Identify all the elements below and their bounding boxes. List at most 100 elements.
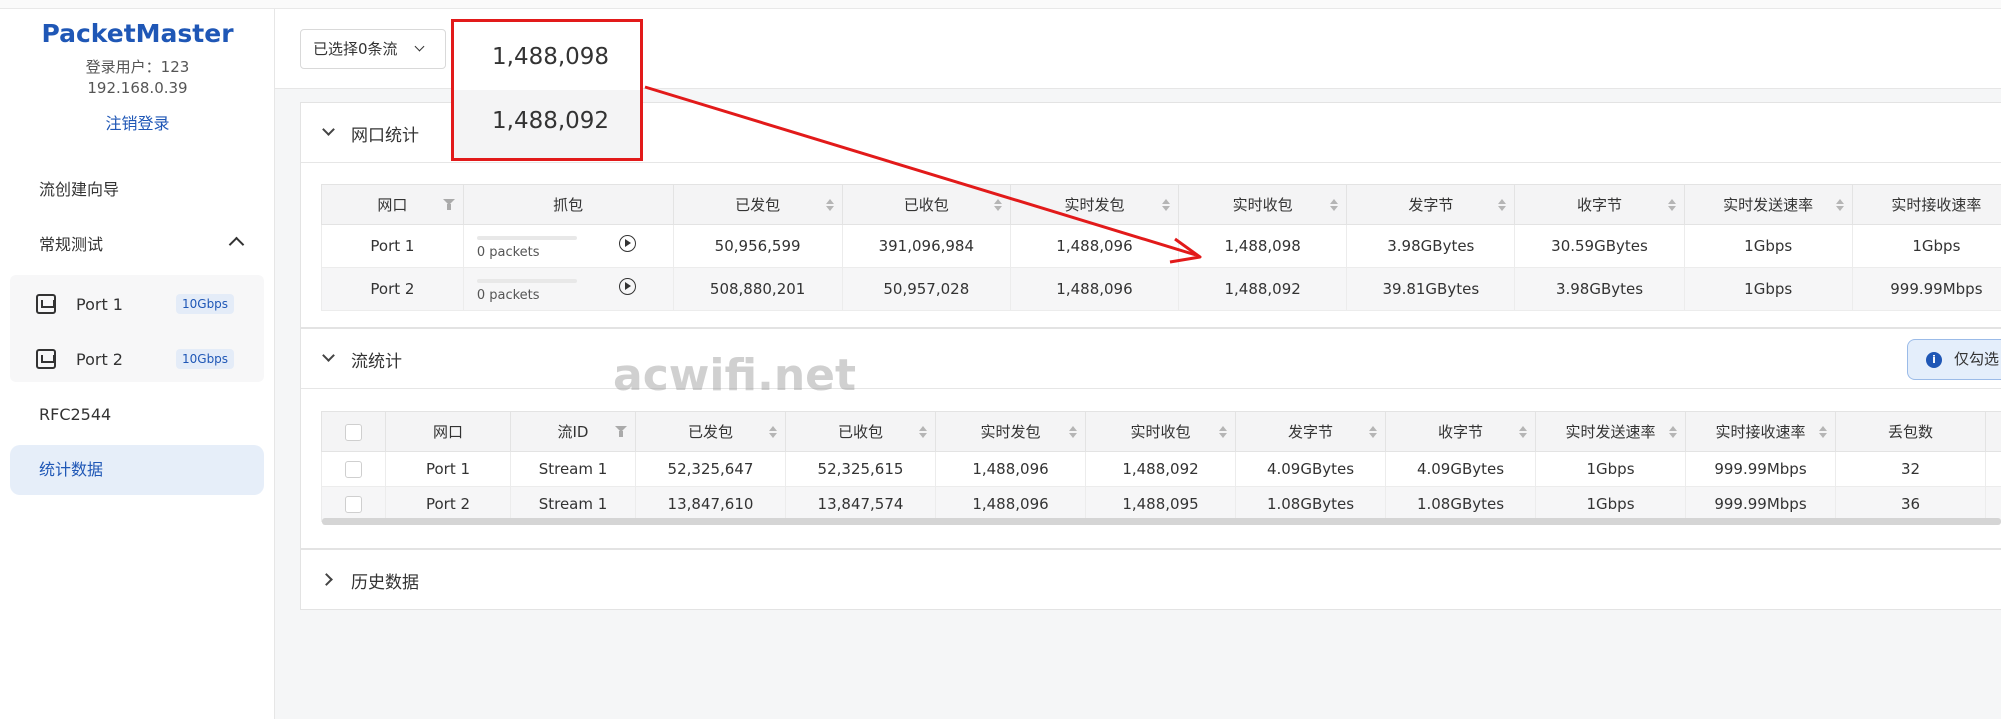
col-header-stream-id[interactable]: 流ID [510, 411, 636, 452]
cell-port: Port 2 [321, 267, 464, 311]
history-header[interactable]: 历史数据 [301, 550, 2001, 610]
logout-link[interactable]: 注销登录 [0, 110, 275, 134]
filter-icon[interactable] [442, 199, 455, 210]
row-checkbox[interactable] [345, 496, 362, 513]
info-icon: i [1926, 352, 1942, 368]
callout-value-bottom: 1,488,092 [492, 108, 610, 134]
cell-rt-tx: 1,488,096 [935, 486, 1086, 522]
sort-icon[interactable] [993, 199, 1002, 211]
flow-stats-header[interactable]: 流统计 [301, 329, 2001, 389]
sort-icon[interactable] [1069, 426, 1077, 438]
cell-rt-tx: 1,488,096 [935, 451, 1086, 487]
cell-port: Port 2 [385, 486, 511, 522]
col-header-rt-rx[interactable]: 实时收包 [1178, 184, 1348, 225]
cell-rt-rx: 1,488,092 [1085, 451, 1236, 487]
nav-port-2[interactable]: Port 2 10Gbps [36, 334, 264, 384]
nav-regular-test-label: 常规测试 [39, 235, 104, 254]
capture-progress-bar [476, 279, 577, 283]
cell-rx-bytes: 30.59GBytes [1514, 224, 1685, 268]
sidebar: PacketMaster 登录用户：123 192.168.0.39 注销登录 … [0, 9, 275, 719]
col-header-tx-bytes[interactable]: 发字节 [1346, 184, 1516, 225]
col-header-rx-bytes[interactable]: 收字节 [1514, 184, 1685, 225]
col-header-tx[interactable]: 已发包 [672, 184, 843, 225]
col-header-select[interactable] [321, 411, 386, 452]
sort-icon[interactable] [1162, 199, 1171, 211]
col-header-rt-tx[interactable]: 实时发包 [935, 411, 1086, 452]
col-header-capture: 抓包 [462, 184, 674, 225]
port-stats-table: 网口 抓包 已发包 已收包 实时发包 实时收包 发字节 收字节 实时发送速率 实… [321, 184, 2001, 311]
chevron-down-icon [322, 123, 335, 136]
app-brand: PacketMaster [41, 19, 234, 48]
col-header-tx-rate[interactable]: 实时发送速率 [1535, 411, 1686, 452]
port-stats-title: 网口统计 [351, 126, 419, 146]
sort-icon[interactable] [1330, 199, 1339, 211]
selected-only-label: 仅勾选 [1954, 350, 2000, 368]
nav-port-1[interactable]: Port 1 10Gbps [36, 279, 264, 329]
sort-icon[interactable] [1835, 199, 1844, 211]
cell-rx-bytes: 4.09GBytes [1385, 451, 1536, 487]
watermark: acwifi.net [613, 350, 857, 401]
sort-icon[interactable] [1519, 426, 1527, 438]
cell-rx-rate: 999.99Mbps [1851, 267, 2001, 311]
col-header-loss: 丢包数 [1835, 411, 1986, 452]
callout-value-top: 1,488,098 [492, 44, 610, 70]
sort-icon[interactable] [1669, 426, 1677, 438]
nav-statistics[interactable]: 统计数据 [10, 445, 264, 495]
nav-flow-wizard[interactable]: 流创建向导 [10, 165, 264, 215]
cell-select[interactable] [321, 486, 386, 522]
cell-overflow [1985, 486, 2001, 522]
chevron-down-icon [414, 41, 425, 52]
sort-icon[interactable] [1369, 426, 1377, 438]
table-row: Port 1 Stream 1 52,325,647 52,325,615 1,… [321, 451, 2001, 487]
selected-only-button[interactable]: i 仅勾选 [1907, 339, 2001, 380]
window-top-strip [0, 0, 2001, 9]
sort-icon[interactable] [825, 199, 834, 211]
nav-rfc2544[interactable]: RFC2544 [10, 390, 264, 440]
selected-flows-dropdown[interactable]: 已选择0条流 [300, 29, 446, 69]
col-header-port[interactable]: 网口 [321, 184, 464, 225]
cell-rt-rx: 1,488,098 [1178, 224, 1348, 268]
cell-select[interactable] [321, 451, 386, 487]
horizontal-scrollbar[interactable] [322, 518, 2001, 525]
play-icon[interactable] [618, 235, 636, 252]
ethernet-port-icon [36, 349, 56, 369]
cell-capture: 0 packets [462, 267, 674, 311]
col-header-port: 网口 [385, 411, 511, 452]
sort-icon[interactable] [1819, 426, 1827, 438]
nav-port-label: Port 1 [76, 294, 123, 314]
cell-rx: 52,325,615 [785, 451, 936, 487]
select-all-checkbox[interactable] [345, 423, 362, 441]
nav-regular-test[interactable]: 常规测试 [10, 220, 264, 270]
sort-icon[interactable] [1219, 426, 1227, 438]
filter-icon[interactable] [615, 426, 627, 437]
port-speed-badge: 10Gbps [176, 349, 235, 369]
col-header-rt-tx[interactable]: 实时发包 [1009, 184, 1180, 225]
capture-progress-bar [476, 236, 577, 240]
col-header-overflow [1985, 411, 2001, 452]
sort-icon[interactable] [919, 426, 927, 438]
chevron-right-icon [320, 573, 333, 586]
cell-tx-rate: 1Gbps [1683, 267, 1853, 311]
col-header-tx-bytes[interactable]: 发字节 [1235, 411, 1386, 452]
cell-tx: 52,325,647 [635, 451, 786, 487]
col-header-rt-rx[interactable]: 实时收包 [1085, 411, 1236, 452]
col-header-rx[interactable]: 已收包 [841, 184, 1011, 225]
col-header-rx-rate[interactable]: 实时接收速率 [1851, 184, 2001, 225]
col-header-rx-bytes[interactable]: 收字节 [1385, 411, 1536, 452]
sort-icon[interactable] [1667, 199, 1676, 211]
sort-icon[interactable] [769, 426, 777, 438]
port-speed-badge: 10Gbps [176, 294, 235, 314]
cell-loss: 32 [1835, 451, 1986, 487]
sort-icon[interactable] [1498, 199, 1507, 211]
cell-rt-tx: 1,488,096 [1009, 267, 1180, 311]
table-row: Port 2 Stream 1 13,847,610 13,847,574 1,… [321, 486, 2001, 522]
col-header-tx-rate[interactable]: 实时发送速率 [1683, 184, 1853, 225]
cell-tx-bytes: 1.08GBytes [1235, 486, 1386, 522]
col-header-rx-rate[interactable]: 实时接收速率 [1685, 411, 1836, 452]
col-header-tx[interactable]: 已发包 [635, 411, 786, 452]
play-icon[interactable] [618, 278, 636, 295]
chevron-up-icon [228, 236, 245, 253]
row-checkbox[interactable] [345, 461, 362, 478]
col-header-rx[interactable]: 已收包 [785, 411, 936, 452]
cell-port: Port 1 [385, 451, 511, 487]
